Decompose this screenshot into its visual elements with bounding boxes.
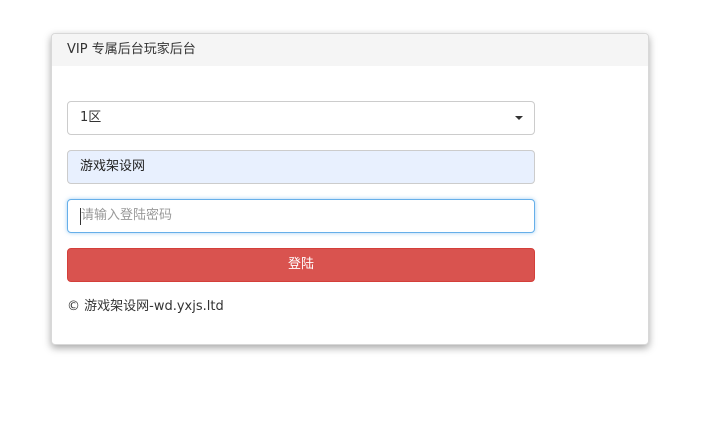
password-field[interactable]: 请输入登陆密码 <box>67 199 535 233</box>
copyright-text: © 游戏架设网-wd.yxjs.ltd <box>67 299 224 314</box>
server-select-value: 1区 <box>80 110 102 125</box>
login-panel: VIP 专属后台玩家后台 1区 游戏架设网 请输入登陆密码 登陆 © 游戏架设网… <box>51 33 649 345</box>
login-button-label: 登陆 <box>287 257 314 272</box>
caret-down-icon <box>515 116 523 120</box>
login-button[interactable]: 登陆 <box>67 248 535 282</box>
panel-heading: VIP 专属后台玩家后台 <box>52 34 648 66</box>
text-cursor <box>80 208 81 225</box>
password-placeholder: 请输入登陆密码 <box>81 208 173 223</box>
account-field[interactable]: 游戏架设网 <box>67 150 535 184</box>
panel-title: VIP 专属后台玩家后台 <box>67 42 196 57</box>
server-select[interactable]: 1区 <box>67 101 535 135</box>
account-value: 游戏架设网 <box>80 159 146 174</box>
